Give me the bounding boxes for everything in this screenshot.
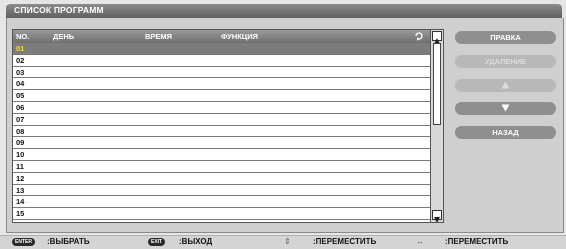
row-number: 05	[16, 91, 25, 101]
scroll-thumb[interactable]	[433, 43, 441, 125]
window-title: СПИСОК ПРОГРАММ	[14, 5, 104, 15]
program-row[interactable]: 07	[13, 114, 430, 126]
column-no: NO.	[16, 32, 30, 41]
row-number: 12	[16, 173, 25, 183]
scroll-up-button[interactable]	[432, 31, 442, 44]
exit-hint: :ВЫХОД	[179, 237, 213, 246]
up-down-icon: ⇕	[284, 237, 291, 246]
row-number: 07	[16, 114, 25, 124]
triangle-up-icon	[501, 81, 510, 89]
program-row[interactable]: 10	[13, 149, 430, 161]
left-right-icon: ↔	[416, 237, 424, 246]
program-row[interactable]: 05	[13, 90, 430, 102]
select-hint: :ВЫБРАТЬ	[47, 237, 90, 246]
program-list: NO. ДЕНЬ ВРЕМЯ ФУНКЦИЯ 01 02 03 04 05 06 07 08 0…	[12, 29, 444, 223]
program-row[interactable]: 12	[13, 173, 430, 185]
move-down-button[interactable]	[455, 102, 556, 115]
row-number: 15	[16, 209, 25, 219]
row-number: 01	[16, 44, 25, 53]
window-title-bar: СПИСОК ПРОГРАММ	[6, 4, 562, 18]
row-number: 13	[16, 185, 25, 195]
scroll-down-button[interactable]	[432, 210, 442, 222]
triangle-down-icon	[501, 104, 510, 112]
enter-key-badge: ENTER	[12, 238, 35, 246]
list-scrollbar[interactable]	[430, 30, 443, 222]
exit-key-badge: EXIT	[148, 238, 166, 246]
column-function: ФУНКЦИЯ	[221, 32, 259, 41]
program-rows: 01 02 03 04 05 06 07 08 09 10 11 12 13 14 15	[13, 43, 430, 220]
move-hint-updown: :ПЕРЕМЕСТИТЬ	[313, 237, 377, 246]
program-row[interactable]: 04	[13, 78, 430, 91]
program-row[interactable]: 15	[13, 208, 430, 220]
row-number: 03	[16, 67, 25, 77]
program-row[interactable]: 03	[13, 67, 430, 79]
column-time: ВРЕМЯ	[145, 32, 173, 41]
row-number: 06	[16, 102, 25, 112]
program-row[interactable]: 01	[13, 43, 430, 55]
repeat-icon	[415, 32, 423, 41]
edit-button[interactable]: ПРАВКА	[455, 31, 556, 44]
row-number: 11	[16, 161, 24, 171]
row-number: 04	[16, 79, 25, 89]
delete-button[interactable]: УДАЛЕНИЕ	[455, 55, 556, 68]
back-button[interactable]: НАЗАД	[455, 126, 556, 139]
move-hint-leftright: :ПЕРЕМЕСТИТЬ	[445, 237, 509, 246]
row-number: 14	[16, 197, 25, 207]
column-day: ДЕНЬ	[53, 32, 75, 41]
row-number: 10	[16, 150, 25, 160]
row-number: 08	[16, 126, 25, 136]
program-row[interactable]: 08	[13, 126, 430, 138]
footer-hints: ENTER :ВЫБРАТЬ EXIT :ВЫХОД ⇕ :ПЕРЕМЕСТИТ…	[0, 235, 566, 249]
scroll-down-arrow-icon	[434, 217, 440, 222]
program-row[interactable]: 11	[13, 161, 430, 173]
list-header: NO. ДЕНЬ ВРЕМЯ ФУНКЦИЯ	[13, 30, 430, 43]
program-row[interactable]: 13	[13, 185, 430, 197]
program-row[interactable]: 09	[13, 137, 430, 150]
row-number: 02	[16, 55, 25, 65]
row-number: 09	[16, 138, 25, 148]
program-row[interactable]: 06	[13, 102, 430, 114]
program-row[interactable]: 14	[13, 196, 430, 209]
move-up-button[interactable]	[455, 79, 556, 92]
program-row[interactable]: 02	[13, 55, 430, 67]
